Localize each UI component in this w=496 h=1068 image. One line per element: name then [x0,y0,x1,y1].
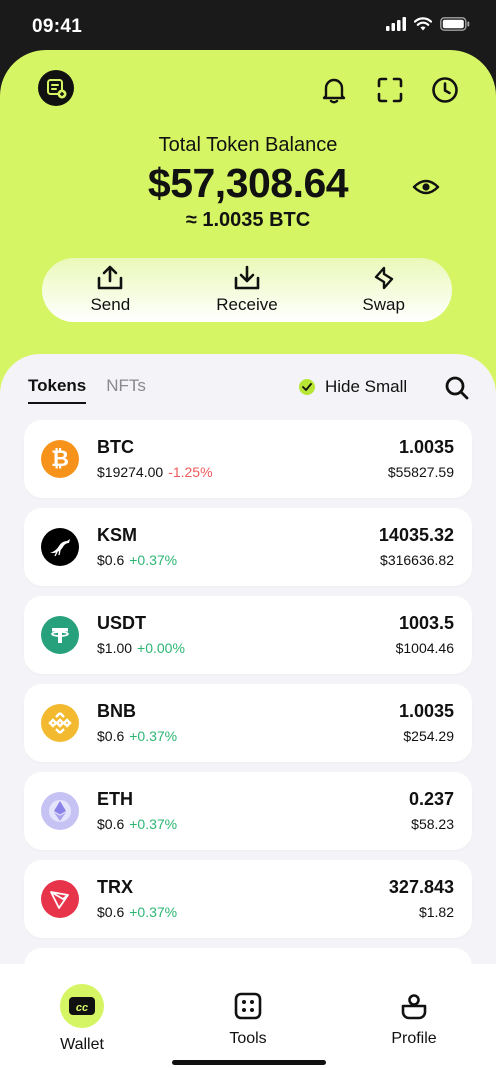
history-button[interactable] [427,72,463,108]
token-price: $0.6 +0.37% [97,728,178,744]
cellular-signal-icon [386,17,406,31]
tools-grid-icon [234,992,262,1020]
token-row-btc[interactable]: ₿ BTC $19274.00 -1.25% 1.0035 $55827.59 [24,420,472,498]
hide-small-toggle[interactable]: Hide Small [299,377,407,397]
download-tray-icon [234,265,260,290]
token-row-bnb[interactable]: BNB $0.6 +0.37% 1.0035 $254.29 [24,684,472,762]
receive-button[interactable]: Receive [187,265,307,315]
token-symbol: USDT [97,613,146,633]
status-time: 09:41 [32,16,83,37]
send-button[interactable]: Send [50,265,170,315]
token-value: $1.82 [418,904,454,920]
token-row-usdt[interactable]: USDT $1.00 +0.00% 1003.5 $1004.46 [24,596,472,674]
wallet-switch-button[interactable] [38,70,74,106]
nav-tools-label: Tools [229,1030,267,1047]
nav-tools[interactable]: Tools [188,992,308,1068]
nav-wallet-label: Wallet [60,1036,104,1053]
token-symbol: KSM [97,525,137,545]
token-value: $316636.82 [380,552,454,568]
token-change: +0.00% [137,640,185,656]
upload-tray-icon [98,265,123,290]
swap-bolt-icon [374,266,393,290]
nav-profile[interactable]: Profile [354,992,474,1068]
token-change: +0.37% [129,552,178,568]
hide-small-label: Hide Small [325,377,408,396]
scan-frame-icon [377,77,403,103]
ethereum-icon [41,792,79,830]
wallet-screen: 09:41 Total Token Balance $57,308.64 ≈ 1… [0,0,496,1068]
token-amount: 14035.32 [378,525,454,545]
token-price: $1.00 +0.00% [97,640,185,656]
token-amount: 327.843 [388,877,454,897]
token-price: $0.6 +0.37% [97,816,178,832]
wallet-avatar-icon [38,70,74,106]
token-symbol: BNB [97,701,136,721]
token-price: $0.6 +0.37% [97,552,178,568]
svg-text:₿: ₿ [51,446,69,471]
token-change: -1.25% [168,464,213,480]
notifications-button[interactable] [316,72,352,108]
token-value: $55827.59 [387,464,454,480]
token-amount: 1.0035 [398,701,454,721]
swap-button[interactable]: Swap [324,265,444,315]
nav-wallet[interactable]: cc Wallet [22,984,142,1068]
token-symbol: BTC [97,437,134,457]
wifi-icon [414,17,432,31]
header-toolbar [0,70,496,108]
token-amount: 1.0035 [398,437,454,457]
token-row-ksm[interactable]: KSM $0.6 +0.37% 14035.32 $316636.82 [24,508,472,586]
token-value: $254.29 [403,728,454,744]
status-bar: 09:41 [0,0,496,54]
checkmark-icon [299,379,315,395]
bottom-nav: cc Wallet Tools Profile [0,964,496,1068]
token-change: +0.37% [129,728,178,744]
bnb-icon [41,704,79,742]
scan-button[interactable] [372,72,408,108]
wallet-cc-icon: cc [60,984,104,1028]
token-price: $19274.00 -1.25% [97,464,213,480]
search-button[interactable] [444,375,470,401]
toggle-balance-visibility-button[interactable] [411,175,441,199]
tab-nfts[interactable]: NFTs [106,376,146,404]
tab-tokens[interactable]: Tokens [28,376,87,404]
clock-icon [432,77,458,103]
bitcoin-icon: ₿ [41,440,79,478]
send-label: Send [90,295,131,314]
nav-profile-label: Profile [391,1030,437,1047]
token-row-eth[interactable]: ETH $0.6 +0.37% 0.237 $58.23 [24,772,472,850]
kusama-bird-icon [41,528,79,566]
battery-icon [440,17,470,31]
token-symbol: ETH [97,789,133,809]
token-amount: 0.237 [408,789,454,809]
balance-label: Total Token Balance [158,134,338,156]
status-icons [386,17,470,31]
receive-label: Receive [216,295,278,314]
tether-icon [41,616,79,654]
token-value: $58.23 [411,816,454,832]
tron-icon [41,880,79,918]
token-price: $0.6 +0.37% [97,904,178,920]
search-icon [445,376,469,400]
profile-icon [401,994,427,1020]
token-value: $1004.46 [395,640,454,656]
swap-label: Swap [362,295,405,314]
quick-actions: Send Receive Swap [42,258,452,322]
token-row-trx[interactable]: TRX $0.6 +0.37% 327.843 $1.82 [24,860,472,938]
token-change: +0.37% [129,816,178,832]
home-indicator [172,1060,326,1065]
asset-tabs: Tokens NFTs [28,376,146,404]
token-symbol: TRX [97,877,133,897]
token-amount: 1003.5 [398,613,454,633]
btc-equivalent: ≈ 1.0035 BTC [185,209,311,231]
bell-icon [322,78,346,104]
svg-text:cc: cc [76,1002,88,1014]
eye-icon [412,179,440,195]
token-change: +0.37% [129,904,178,920]
